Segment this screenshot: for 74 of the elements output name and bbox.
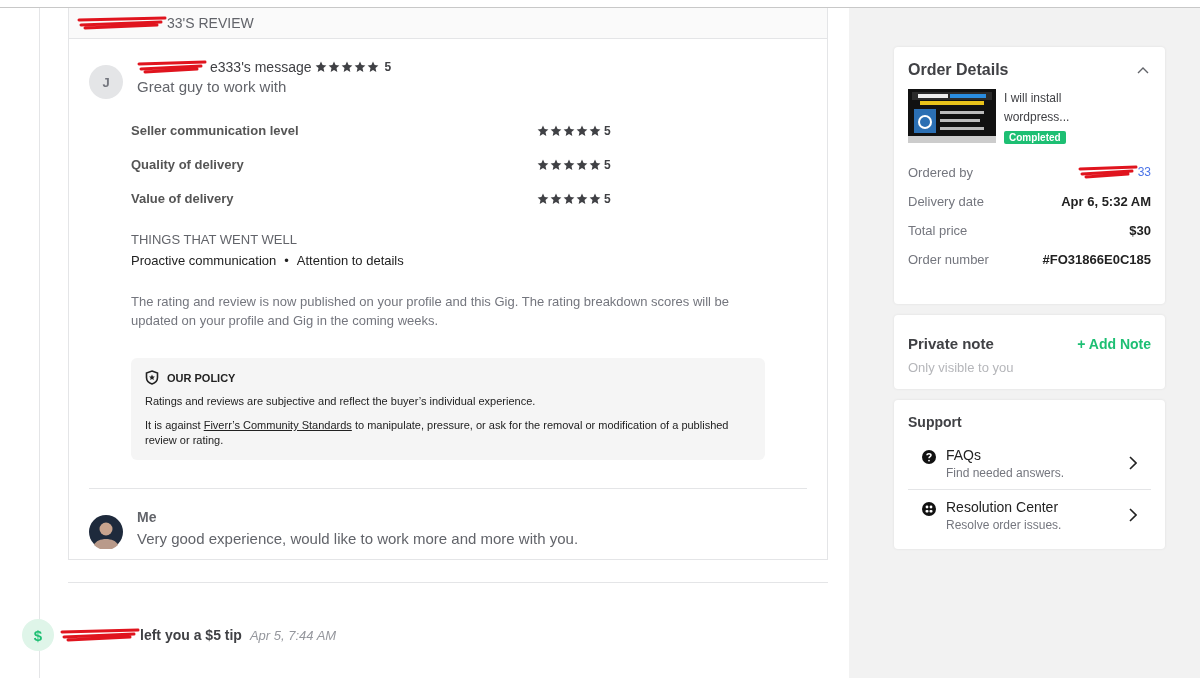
message-author: e333's message bbox=[210, 59, 312, 75]
star-icon bbox=[550, 124, 562, 137]
shield-icon bbox=[145, 370, 159, 385]
card-title: Private note bbox=[908, 335, 994, 352]
policy-text: Ratings and reviews are subjective and reflect the buyer’s individual experience. bbox=[145, 394, 537, 409]
tip-icon: $ bbox=[22, 619, 54, 651]
star-icon bbox=[550, 192, 562, 205]
redaction-mark bbox=[1077, 165, 1138, 179]
star-icon bbox=[576, 192, 588, 205]
field-label: Order number bbox=[908, 251, 989, 267]
rating-label: Quality of delivery bbox=[131, 157, 245, 172]
star-icon bbox=[537, 124, 549, 137]
field-value: $30 bbox=[1129, 222, 1151, 238]
star-icon bbox=[563, 192, 575, 205]
question-icon bbox=[922, 450, 936, 464]
support-item[interactable]: Resolution Center Resolve order issues. bbox=[908, 489, 1151, 541]
star-icon bbox=[366, 61, 379, 73]
bullet-separator: • bbox=[284, 253, 289, 268]
star-icon bbox=[353, 61, 366, 73]
went-well-item: Attention to details bbox=[296, 253, 404, 268]
people-icon bbox=[922, 502, 936, 516]
rating-value: 5 bbox=[604, 123, 611, 138]
star-icon bbox=[589, 124, 601, 137]
chevron-icon bbox=[1137, 66, 1149, 74]
review-comment: Great guy to work with bbox=[137, 78, 288, 95]
support-item-subtitle: Resolve order issues. bbox=[946, 518, 1063, 532]
field-value: Apr 6, 5:32 AM bbox=[1061, 193, 1151, 209]
policy-text: It is against Fiverr’s Community Standards to manipulate, pressure, or ask for the removal or modification of a published review or rating. bbox=[145, 418, 730, 448]
card-title: Order Details bbox=[908, 61, 1009, 79]
star-icon bbox=[576, 158, 588, 171]
star-icon bbox=[340, 61, 353, 73]
reply-text: Very good experience, would like to work more and more with you. bbox=[137, 530, 579, 547]
went-well-item: Proactive communication bbox=[131, 253, 277, 268]
gig-title: I will install wordpress... bbox=[1004, 90, 1071, 126]
rating-value: 5 bbox=[384, 60, 392, 74]
field-value: #FO31866E0C185 bbox=[1042, 251, 1151, 267]
star-icon bbox=[327, 61, 340, 73]
rating-label: Seller communication level bbox=[131, 123, 300, 138]
redaction-mark bbox=[137, 60, 207, 74]
notice-text: The rating and review is now published on your profile and this Gig. The rating breakdown scores will be updated on your profile and Gig in the coming weeks. bbox=[131, 293, 731, 330]
field-label: Delivery date bbox=[908, 193, 984, 209]
star-icon bbox=[537, 192, 549, 205]
reply-author: Me bbox=[137, 509, 158, 525]
community-standards-link[interactable]: Fiverr’s Community Standards bbox=[203, 419, 352, 431]
user-avatar bbox=[89, 515, 123, 549]
tip-time: Apr 5, 7:44 AM bbox=[249, 627, 337, 643]
support-item-title: FAQs bbox=[946, 447, 982, 463]
rating-value: 5 bbox=[604, 157, 611, 172]
field-label: Ordered by bbox=[908, 164, 974, 180]
star-icon bbox=[589, 158, 601, 171]
review-title: 33'S REVIEW bbox=[167, 15, 254, 31]
policy-title: OUR POLICY bbox=[167, 371, 236, 384]
rating-value: 5 bbox=[604, 191, 611, 206]
chevron-right-icon bbox=[1129, 508, 1137, 522]
field-label: Total price bbox=[908, 222, 968, 238]
avatar: J bbox=[89, 65, 123, 99]
star-icon bbox=[589, 192, 601, 205]
star-icon bbox=[576, 124, 588, 137]
section-heading: THINGS THAT WENT WELL bbox=[131, 232, 298, 247]
buyer-link[interactable]: 33 bbox=[1137, 165, 1151, 179]
star-icon bbox=[537, 158, 549, 171]
star-icon bbox=[563, 124, 575, 137]
status-badge: Completed bbox=[1004, 131, 1066, 144]
tip-message: left you a $5 tip bbox=[140, 627, 242, 643]
star-icon bbox=[550, 158, 562, 171]
rating-label: Value of delivery bbox=[131, 191, 235, 206]
chevron-right-icon bbox=[1129, 456, 1137, 470]
star-icon bbox=[563, 158, 575, 171]
star-icon bbox=[314, 61, 327, 73]
support-item-subtitle: Find needed answers. bbox=[946, 466, 1066, 480]
support-item-title: Resolution Center bbox=[946, 499, 1060, 515]
note-hint: Only visible to you bbox=[908, 360, 1015, 375]
card-title: Support bbox=[908, 414, 963, 430]
support-item[interactable]: FAQs Find needed answers. bbox=[908, 438, 1151, 489]
